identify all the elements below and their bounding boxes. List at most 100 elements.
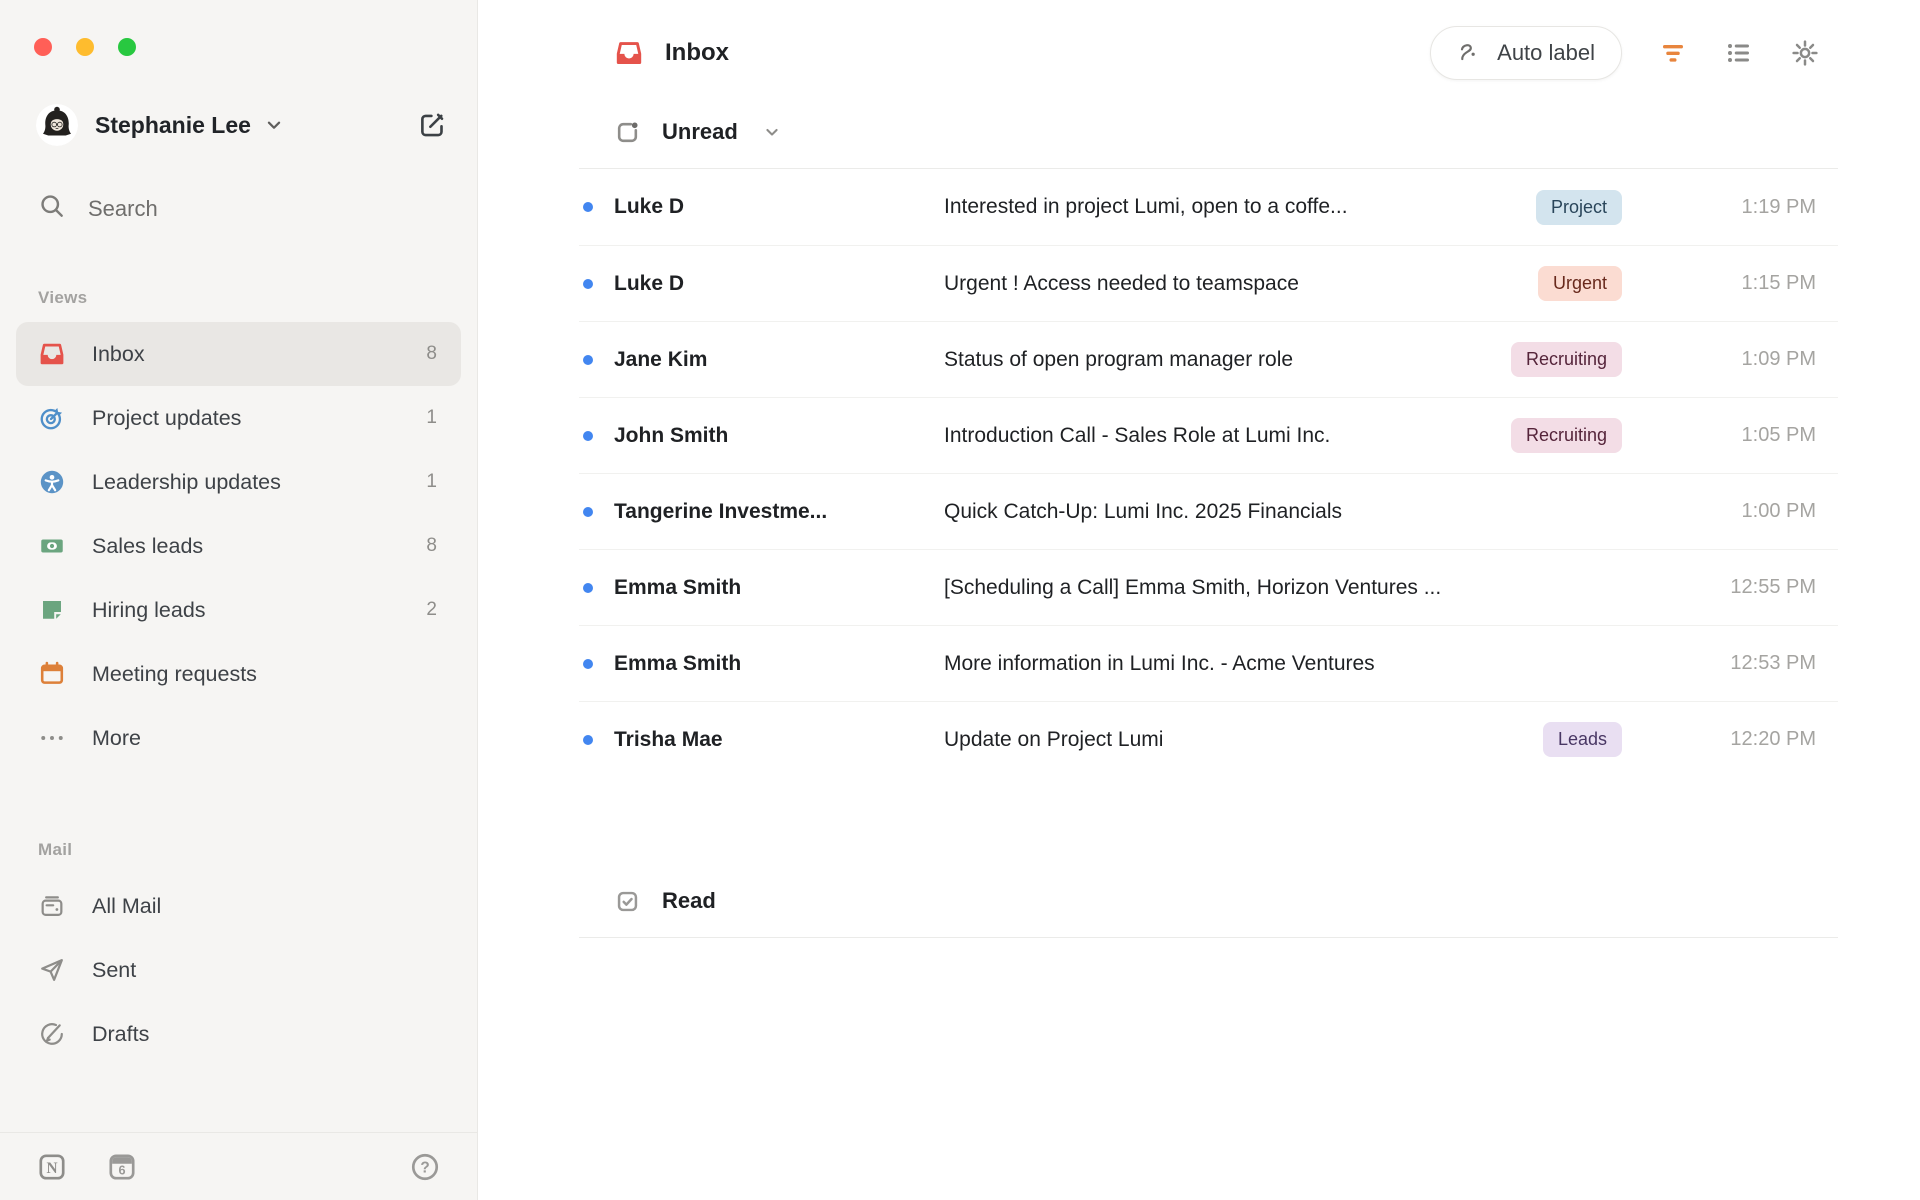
email-subject: Status of open program manager role xyxy=(944,347,1294,371)
unread-count: 1 xyxy=(426,407,437,428)
sidebar-item-leadership-updates[interactable]: Leadership updates 1 xyxy=(16,450,461,514)
sidebar-item-sent[interactable]: Sent xyxy=(16,938,461,1002)
email-subject: Introduction Call - Sales Role at Lumi I… xyxy=(944,423,1331,447)
email-sender: Luke D xyxy=(614,195,685,218)
email-time: 1:00 PM xyxy=(1741,500,1816,522)
sidebar-item-label: Leadership updates xyxy=(92,469,281,494)
email-time: 12:20 PM xyxy=(1730,728,1816,750)
search-icon xyxy=(38,192,66,226)
email-time: 1:19 PM xyxy=(1741,195,1816,218)
read-section-label: Read xyxy=(662,888,716,913)
unread-dot-icon xyxy=(583,430,593,441)
notion-app-icon[interactable]: N xyxy=(36,1151,68,1183)
compose-icon[interactable] xyxy=(417,110,447,140)
sidebar-item-label: Drafts xyxy=(92,1021,150,1046)
sidebar-item-meeting-requests[interactable]: Meeting requests xyxy=(16,642,461,706)
unread-dot-icon xyxy=(583,658,593,669)
svg-text:N: N xyxy=(46,1159,57,1176)
sidebar-item-label: More xyxy=(92,725,141,750)
unread-count: 2 xyxy=(426,599,437,620)
email-label-badge[interactable]: Recruiting xyxy=(1510,418,1622,453)
account-name: Stephanie Lee xyxy=(95,111,251,138)
unread-section-header[interactable]: Unread xyxy=(614,112,1920,152)
unread-checkbox-icon xyxy=(614,119,641,146)
email-time: 12:53 PM xyxy=(1730,652,1816,674)
email-subject: [Scheduling a Call] Emma Smith, Horizon … xyxy=(944,575,1442,599)
sidebar: Stephanie Lee Search Views Inbox 8 Proje… xyxy=(0,0,478,1200)
email-row[interactable]: Trisha Mae Update on Project Lumi Leads … xyxy=(579,701,1838,777)
mail-nav: All Mail Sent Drafts xyxy=(0,874,477,1066)
email-sender: Tangerine Investme... xyxy=(614,499,828,523)
auto-label-button[interactable]: Auto label xyxy=(1430,26,1622,80)
email-row[interactable]: Emma Smith More information in Lumi Inc.… xyxy=(579,625,1838,701)
filter-icon[interactable] xyxy=(1658,38,1688,68)
email-subject: Update on Project Lumi xyxy=(944,727,1164,751)
sticky-note-icon xyxy=(38,596,66,624)
email-sender: Trisha Mae xyxy=(614,727,723,751)
unread-section-label: Unread xyxy=(662,119,738,144)
banknote-icon xyxy=(38,532,66,560)
email-label-badge[interactable]: Project xyxy=(1535,189,1622,225)
email-time: 1:05 PM xyxy=(1741,424,1816,446)
auto-label-button-label: Auto label xyxy=(1497,40,1595,65)
sidebar-item-label: Inbox xyxy=(92,341,145,366)
email-row[interactable]: Emma Smith [Scheduling a Call] Emma Smit… xyxy=(579,549,1838,625)
email-row[interactable]: Luke D Urgent ! Access needed to teamspa… xyxy=(579,245,1838,321)
unread-count: 1 xyxy=(426,471,437,492)
unread-dot-icon xyxy=(583,506,593,517)
email-label-badge[interactable]: Leads xyxy=(1542,722,1622,757)
sidebar-item-sales-leads[interactable]: Sales leads 8 xyxy=(16,514,461,578)
email-sender: Jane Kim xyxy=(614,347,708,371)
sidebar-item-label: Hiring leads xyxy=(92,597,206,622)
sidebar-item-drafts[interactable]: Drafts xyxy=(16,1002,461,1066)
zoom-window-button[interactable] xyxy=(118,38,136,56)
sidebar-item-label: All Mail xyxy=(92,893,162,918)
send-icon xyxy=(38,956,66,984)
sidebar-item-label: Sent xyxy=(92,957,137,982)
settings-gear-icon[interactable] xyxy=(1790,38,1820,68)
sidebar-item-inbox[interactable]: Inbox 8 xyxy=(16,322,461,386)
views-nav: Inbox 8 Project updates 1 Leadership upd… xyxy=(0,322,477,770)
email-subject: More information in Lumi Inc. - Acme Ven… xyxy=(944,651,1375,675)
ellipsis-icon xyxy=(38,724,66,752)
window-controls xyxy=(34,38,477,56)
sidebar-item-more[interactable]: More xyxy=(16,706,461,770)
email-label-badge[interactable]: Urgent xyxy=(1537,266,1622,301)
email-row[interactable]: Jane Kim Status of open program manager … xyxy=(579,321,1838,397)
email-subject: Quick Catch-Up: Lumi Inc. 2025 Financial… xyxy=(944,499,1343,523)
sidebar-item-label: Project updates xyxy=(92,405,242,430)
page-title-text: Inbox xyxy=(665,39,729,66)
inbox-icon xyxy=(614,38,644,68)
sidebar-item-all-mail[interactable]: All Mail xyxy=(16,874,461,938)
sidebar-item-project-updates[interactable]: Project updates 1 xyxy=(16,386,461,450)
search-button[interactable]: Search xyxy=(38,192,441,226)
unread-count: 8 xyxy=(426,343,437,364)
sidebar-item-hiring-leads[interactable]: Hiring leads 2 xyxy=(16,578,461,642)
email-sender: Luke D xyxy=(614,271,685,295)
unread-chevron-down-icon[interactable] xyxy=(761,121,783,143)
read-section-header[interactable]: Read xyxy=(614,881,1920,921)
calendar-app-icon[interactable]: 6 xyxy=(106,1151,138,1183)
unread-mail-list: Luke D Interested in project Lumi, open … xyxy=(579,169,1838,777)
inbox-icon xyxy=(38,340,66,368)
minimize-window-button[interactable] xyxy=(76,38,94,56)
list-view-icon[interactable] xyxy=(1724,38,1754,68)
email-subject: Interested in project Lumi, open to a co… xyxy=(944,195,1348,218)
email-row[interactable]: Tangerine Investme... Quick Catch-Up: Lu… xyxy=(579,473,1838,549)
page-title: Inbox xyxy=(614,38,729,68)
email-row[interactable]: Luke D Interested in project Lumi, open … xyxy=(579,169,1838,245)
email-sender: Emma Smith xyxy=(614,651,742,675)
auto-label-wand-icon xyxy=(1457,40,1483,66)
email-row[interactable]: John Smith Introduction Call - Sales Rol… xyxy=(579,397,1838,473)
email-sender: Emma Smith xyxy=(614,575,742,599)
close-window-button[interactable] xyxy=(34,38,52,56)
account-chevron-down-icon[interactable] xyxy=(263,114,285,136)
email-label-badge[interactable]: Recruiting xyxy=(1510,342,1622,377)
svg-text:6: 6 xyxy=(118,1163,125,1177)
target-icon xyxy=(38,404,66,432)
search-label: Search xyxy=(88,196,158,221)
unread-dot-icon xyxy=(583,734,593,745)
profile-row[interactable]: Stephanie Lee xyxy=(36,104,447,146)
sidebar-footer: N 6 ? xyxy=(0,1132,477,1200)
help-icon[interactable]: ? xyxy=(409,1151,441,1183)
